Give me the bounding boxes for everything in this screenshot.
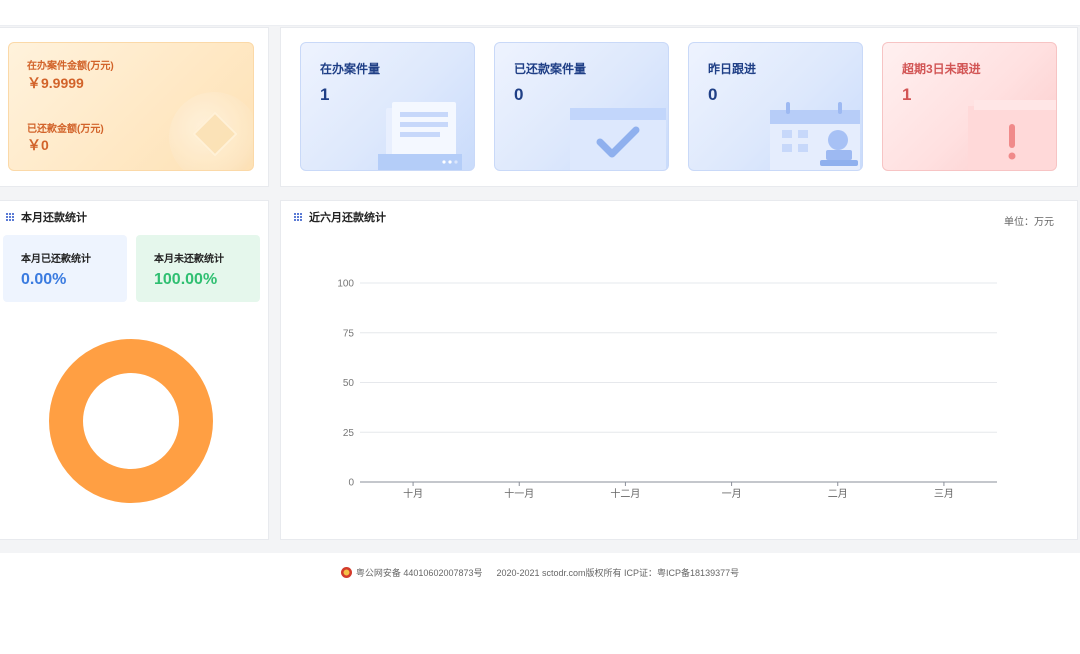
monthly-title-text: 本月还款统计 [21, 212, 87, 224]
y-tick-label: 100 [337, 279, 354, 290]
unit-label: 单位：万元 [1004, 217, 1054, 228]
stat-card-yesterday-followup[interactable]: 昨日跟进 0 [688, 42, 863, 171]
donut-slice-1[interactable] [49, 339, 213, 503]
active-amount-value: ￥9.9999 [27, 75, 84, 91]
warning-icon [968, 100, 1056, 170]
repaid-rate-value: 0.00% [21, 271, 67, 288]
stat-value: 1 [902, 85, 912, 104]
money-card: 在办案件金额(万元) ￥9.9999 已还款金额(万元) ￥0 [8, 42, 254, 171]
unpaid-rate-value: 100.00% [154, 271, 218, 288]
x-tick-label: 十一月 [504, 487, 534, 500]
stat-title: 超期3日未跟进 [902, 62, 981, 76]
y-tick-label: 75 [343, 328, 355, 339]
stat-value: 0 [514, 85, 524, 104]
y-tick-label: 50 [343, 378, 355, 389]
trend-title: 近六月还款统计 [294, 209, 386, 225]
grid-icon [294, 212, 303, 222]
repaid-rate-label: 本月已还款统计 [21, 254, 91, 265]
trend-title-text: 近六月还款统计 [309, 212, 386, 224]
document-icon [378, 102, 462, 170]
coin-icon [169, 92, 253, 170]
stat-card-repaid-cases[interactable]: 已还款案件量 0 [494, 42, 669, 171]
grid-icon [6, 212, 15, 222]
stat-title: 在办案件量 [320, 62, 381, 76]
x-tick-label: 三月 [934, 488, 954, 500]
unpaid-rate-label: 本月未还款统计 [154, 254, 224, 265]
unpaid-rate-card: 本月未还款统计 100.00% [136, 235, 260, 302]
stat-value: 1 [320, 85, 330, 104]
stat-title: 昨日跟进 [708, 62, 757, 76]
police-record-link[interactable]: 粤公网安备 44010602007873号 [356, 566, 483, 579]
stat-value: 0 [708, 85, 718, 104]
active-amount-label: 在办案件金额(万元) [27, 61, 114, 72]
repayment-donut-chart [49, 339, 213, 503]
footer-line: 粤公网安备 44010602007873号 2020-2021 sctodr.c… [0, 566, 1080, 579]
copyright-text: 2020-2021 sctodr.com版权所有 ICP证：粤ICP备18139… [496, 568, 740, 578]
police-badge-icon [340, 567, 352, 578]
monthly-title: 本月还款统计 [6, 209, 87, 225]
y-tick-label: 25 [343, 428, 355, 439]
x-tick-label: 十二月 [610, 487, 640, 500]
repaid-amount-label: 已还款金额(万元) [27, 124, 104, 135]
stat-title: 已还款案件量 [514, 62, 587, 76]
top-bar [0, 0, 1080, 26]
stat-card-overdue-followup[interactable]: 超期3日未跟进 1 [882, 42, 1057, 171]
calendar-icon [770, 102, 860, 170]
x-tick-label: 二月 [828, 488, 848, 500]
stat-card-active-cases[interactable]: 在办案件量 1 [300, 42, 475, 171]
x-tick-label: 十月 [403, 487, 423, 500]
y-tick-label: 0 [348, 478, 354, 489]
checkmark-icon [570, 108, 666, 170]
x-tick-label: 一月 [722, 488, 742, 500]
repaid-rate-card: 本月已还款统计 0.00% [3, 235, 127, 302]
six-month-trend-chart: 0 25 50 75 100 十月 十一月 十二月 一月 二月 三月 [337, 279, 997, 500]
repaid-amount-value: ￥0 [27, 137, 49, 153]
